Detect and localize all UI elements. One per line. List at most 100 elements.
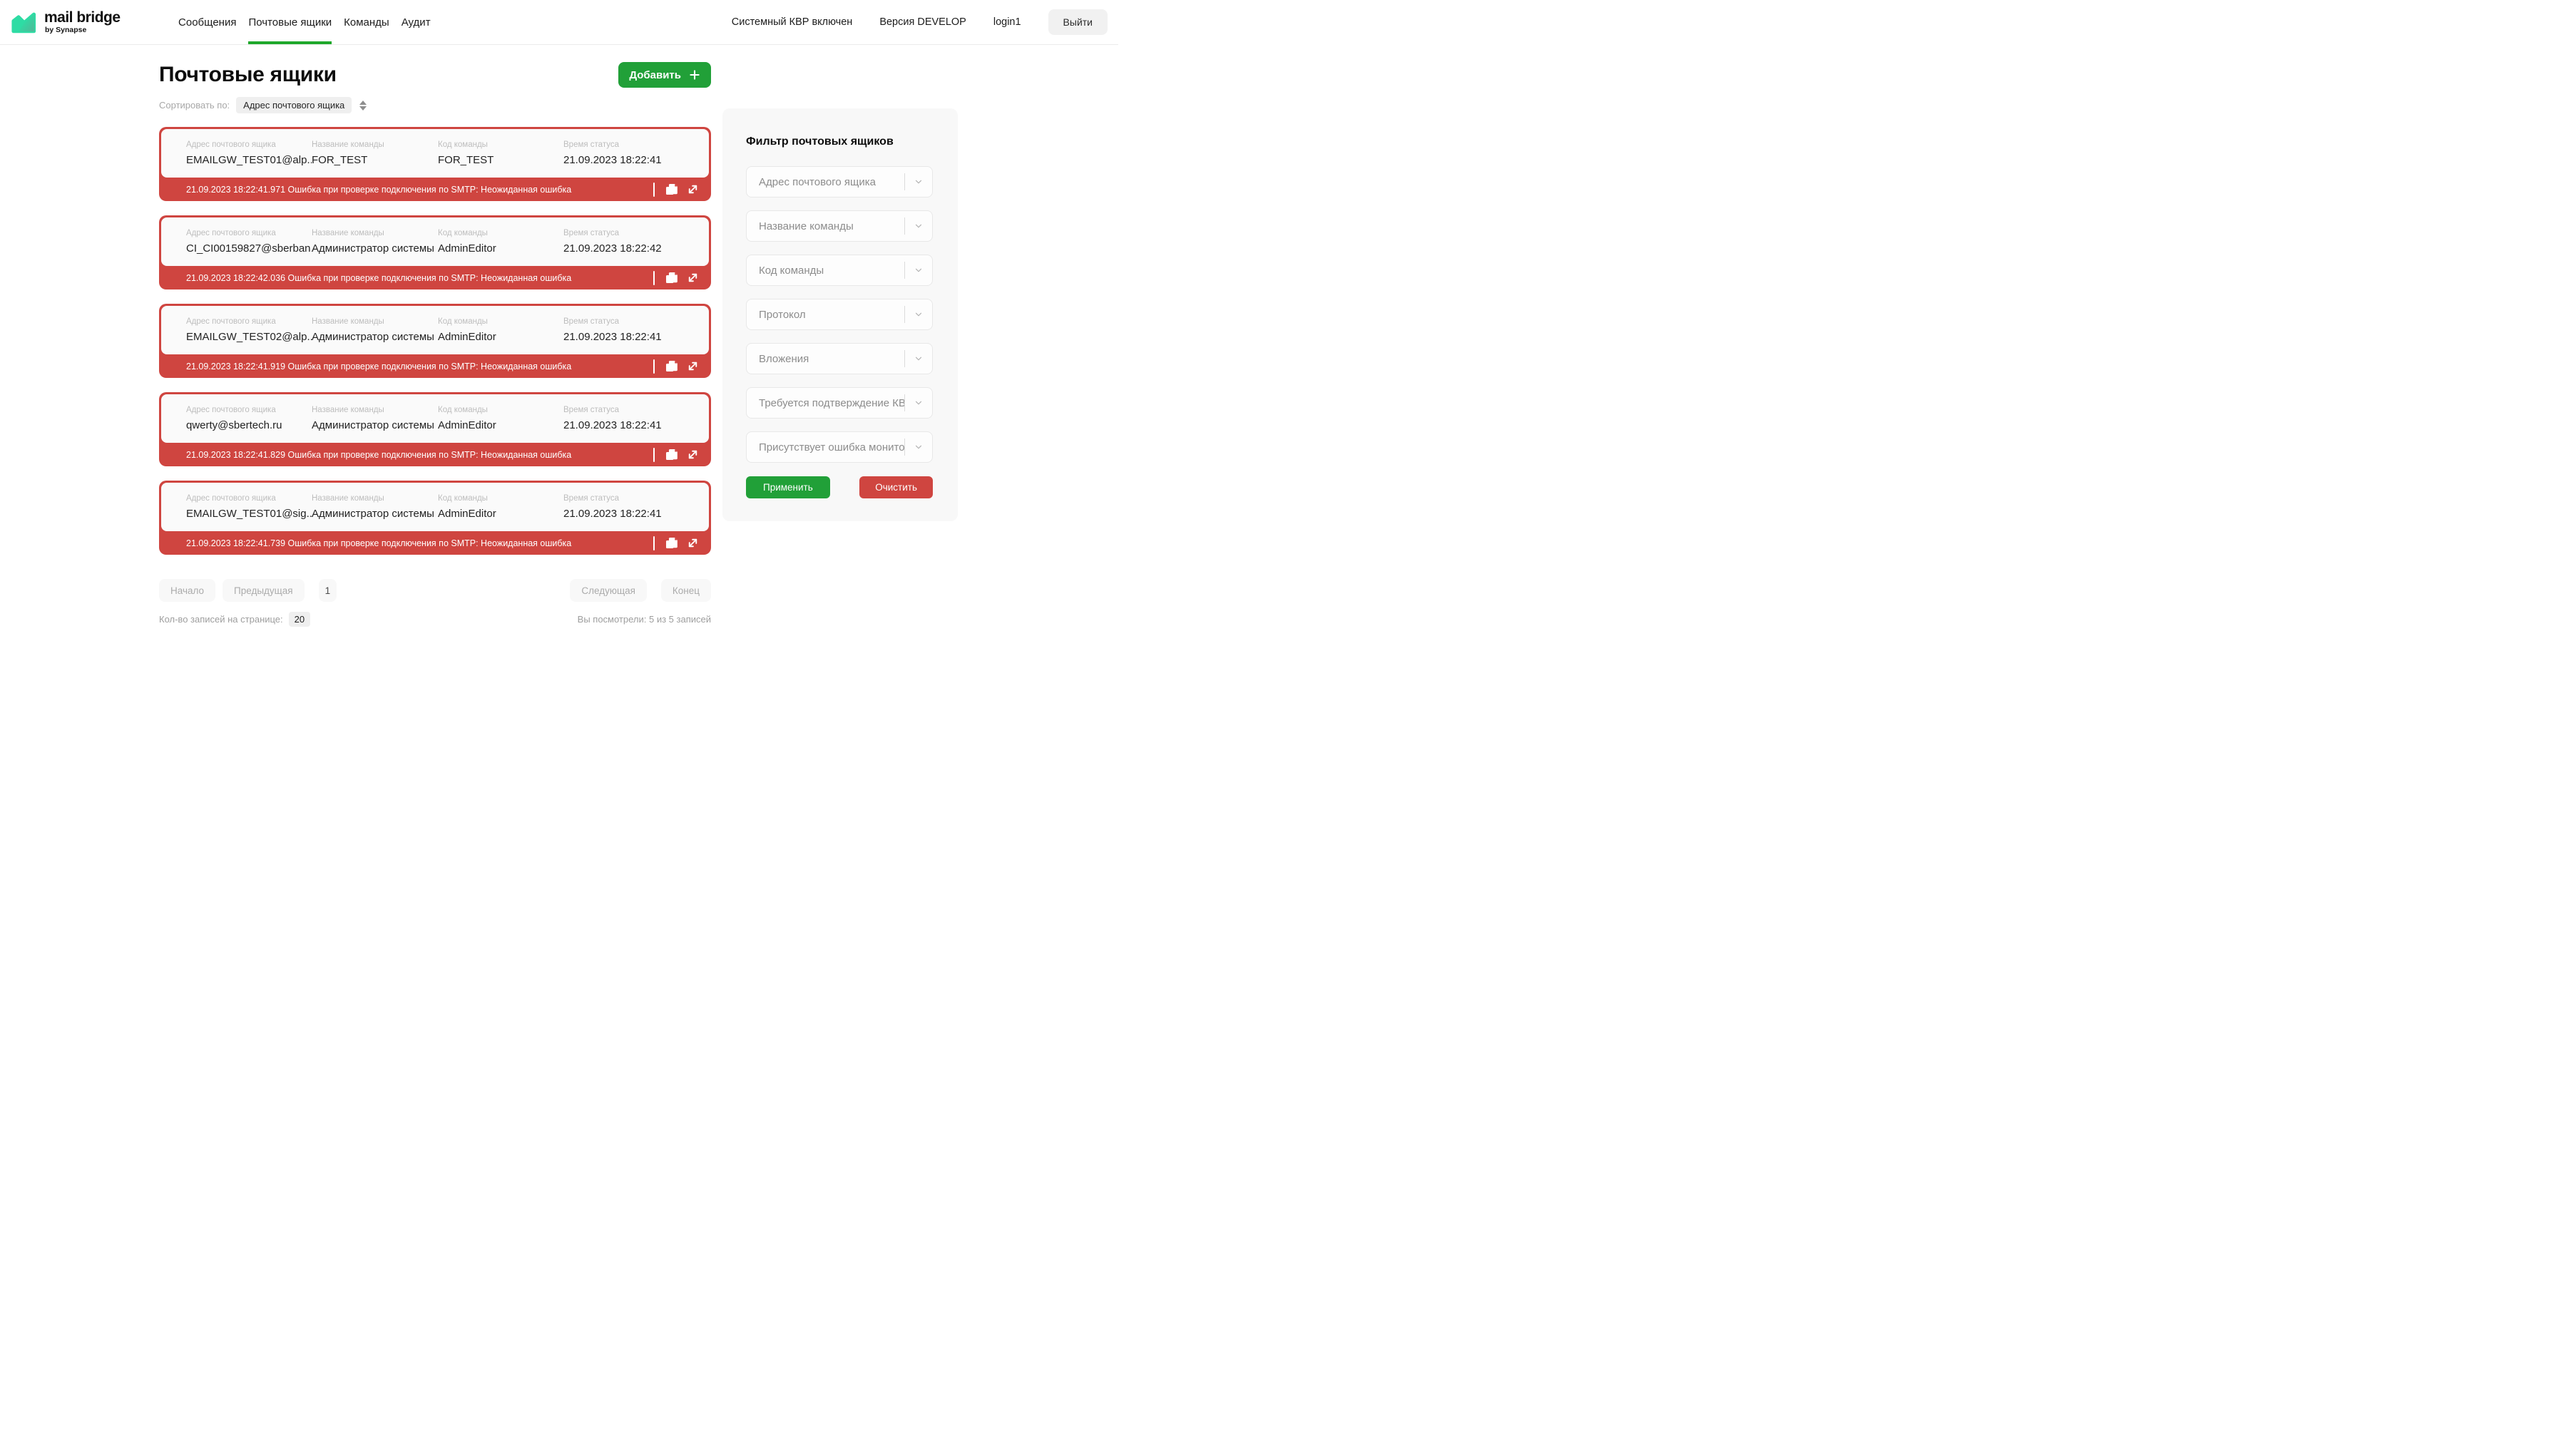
error-message: 21.09.2023 18:22:41.971 Ошибка при прове… [186,185,653,195]
error-actions [653,359,700,374]
pagination-page-1-button[interactable]: 1 [319,579,337,602]
app-screen: mail bridge by Synapse Сообщения Почтовы… [0,0,1118,637]
mailbox-card[interactable]: Адрес почтового ящика qwerty@sbertech.ru… [159,392,711,466]
expand-error-button[interactable] [686,183,700,196]
page-title: Почтовые ящики [159,63,337,87]
header-right-cluster: Системный КВР включен Версия DEVELOP log… [732,9,1108,35]
mailboxes-column: Почтовые ящики Добавить Сортировать по: … [159,45,711,634]
mailbox-card-list: Адрес почтового ящика EMAILGW_TEST01@alp… [159,127,711,555]
cell-value: EMAILGW_TEST01@alp... [186,154,312,166]
per-page-row: Кол-во записей на странице: 20 Вы посмот… [159,612,711,634]
cell-value: Администратор системы [312,331,438,343]
error-actions [653,183,700,197]
copy-error-button[interactable] [665,536,678,550]
chevron-down-icon [905,354,932,364]
nav-item-messages[interactable]: Сообщения [173,0,242,44]
cell-team-name: Название команды FOR_TEST [312,140,438,166]
sort-field-select[interactable]: Адрес почтового ящика [236,97,352,113]
filter-field-protocol[interactable]: Протокол [746,299,933,330]
cell-team-code: Код команды AdminEditor [438,317,563,343]
chevron-down-icon [905,177,932,187]
cell-status-time: Время статуса 21.09.2023 18:22:41 [563,140,709,166]
copy-icon [665,359,678,373]
pagination-right: Следующая Конец [570,579,711,602]
pagination-prev-button[interactable]: Предыдущая [223,579,305,602]
sort-direction-toggle[interactable] [358,99,368,112]
filter-field-placeholder: Вложения [759,353,904,365]
pagination-next-button[interactable]: Следующая [570,579,647,602]
error-actions [653,536,700,550]
copy-error-button[interactable] [665,448,678,461]
app-version: Версия DEVELOP [879,16,966,28]
filter-field-attachments[interactable]: Вложения [746,343,933,374]
cell-label: Название команды [312,494,438,503]
copy-icon [665,271,678,284]
add-mailbox-button[interactable]: Добавить [618,62,711,88]
error-actions [653,271,700,285]
cell-team-name: Название команды Администратор системы [312,406,438,431]
cell-label: Название команды [312,229,438,237]
pagination-last-button[interactable]: Конец [661,579,711,602]
copy-error-button[interactable] [665,183,678,196]
filter-field-address[interactable]: Адрес почтового ящика [746,166,933,198]
mailbox-card[interactable]: Адрес почтового ящика EMAILGW_TEST01@sig… [159,481,711,555]
cell-label: Время статуса [563,229,709,237]
cell-value: Администратор системы [312,419,438,431]
card-body: Адрес почтового ящика EMAILGW_TEST01@alp… [161,129,709,178]
cell-value: 21.09.2023 18:22:41 [563,508,709,520]
expand-error-button[interactable] [686,536,700,550]
mailbox-card[interactable]: Адрес почтового ящика EMAILGW_TEST01@alp… [159,127,711,201]
filter-field-team-code[interactable]: Код команды [746,255,933,286]
nav-item-teams[interactable]: Команды [338,0,396,44]
chevron-down-icon [905,442,932,452]
cell-label: Название команды [312,317,438,326]
cell-label: Время статуса [563,406,709,414]
card-body: Адрес почтового ящика qwerty@sbertech.ru… [161,394,709,443]
card-error-bar: 21.09.2023 18:22:42.036 Ошибка при прове… [161,266,709,289]
cell-status-time: Время статуса 21.09.2023 18:22:42 [563,229,709,255]
top-header: mail bridge by Synapse Сообщения Почтовы… [0,0,1118,45]
nav-item-mailboxes[interactable]: Почтовые ящики [242,0,338,44]
expand-error-button[interactable] [686,271,700,284]
cell-address: Адрес почтового ящика qwerty@sbertech.ru [186,406,312,431]
plus-icon [688,68,701,81]
cell-value: AdminEditor [438,331,563,343]
app-logo[interactable]: mail bridge by Synapse [11,10,121,34]
copy-error-button[interactable] [665,271,678,284]
cell-label: Код команды [438,494,563,503]
mailbox-card[interactable]: Адрес почтового ящика EMAILGW_TEST02@alp… [159,304,711,378]
logout-button[interactable]: Выйти [1048,9,1108,35]
chevron-down-icon [905,265,932,275]
logo-text: mail bridge by Synapse [44,10,121,34]
divider [653,536,655,550]
copy-error-button[interactable] [665,359,678,373]
cell-team-name: Название команды Администратор системы [312,494,438,520]
mail-bridge-logo-icon [11,10,38,34]
sort-label: Сортировать по: [159,100,230,111]
divider [653,448,655,462]
cell-team-name: Название команды Администратор системы [312,229,438,255]
cell-label: Время статуса [563,317,709,326]
per-page-label: Кол-во записей на странице: [159,614,283,625]
expand-error-button[interactable] [686,359,700,373]
filter-field-kvr-confirmation[interactable]: Требуется подтверждение КВР [746,387,933,419]
expand-error-button[interactable] [686,448,700,461]
sort-asc-icon [359,101,367,105]
divider [653,359,655,374]
card-body: Адрес почтового ящика EMAILGW_TEST02@alp… [161,306,709,354]
copy-icon [665,536,678,550]
filter-apply-button[interactable]: Применить [746,476,830,498]
nav-item-audit[interactable]: Аудит [395,0,436,44]
filter-field-placeholder: Код команды [759,265,904,277]
page-head: Почтовые ящики Добавить [159,62,711,88]
error-actions [653,448,700,462]
cell-status-time: Время статуса 21.09.2023 18:22:41 [563,317,709,343]
per-page-select[interactable]: 20 [289,612,310,627]
pagination-first-button[interactable]: Начало [159,579,215,602]
mailbox-card[interactable]: Адрес почтового ящика CI_CI00159827@sber… [159,215,711,289]
filter-field-monitoring-error[interactable]: Присутствует ошибка мониторинга [746,431,933,463]
cell-value: FOR_TEST [312,154,438,166]
filter-field-team-name[interactable]: Название команды [746,210,933,242]
filter-clear-button[interactable]: Очистить [859,476,933,498]
cell-label: Название команды [312,140,438,149]
